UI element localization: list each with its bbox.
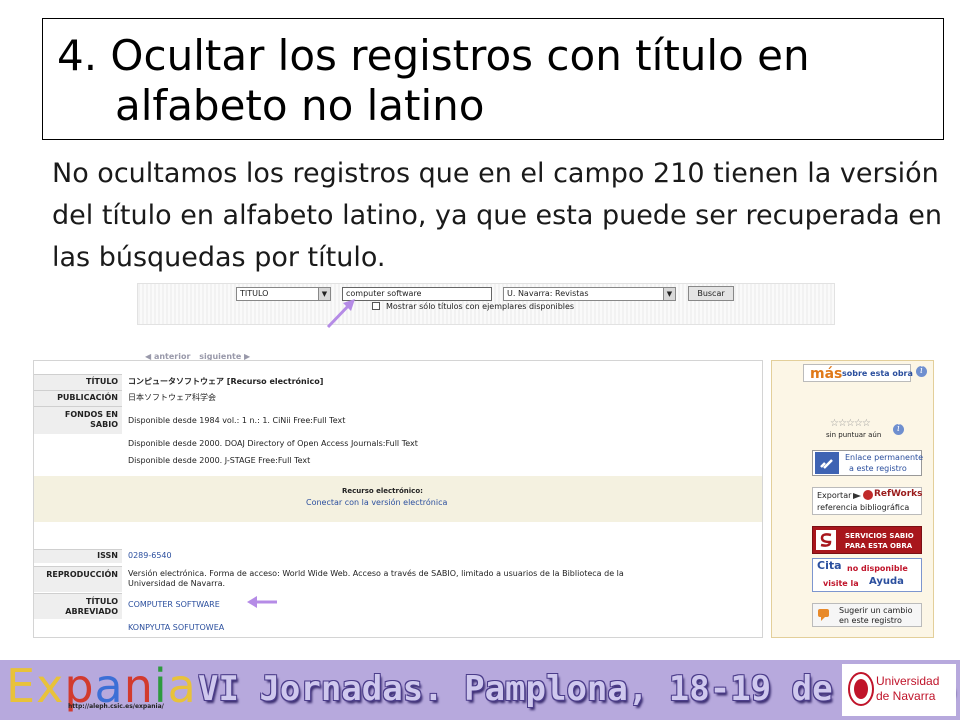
arrow-right-icon <box>853 493 861 499</box>
recurso-heading: Recurso electrónico: <box>342 487 423 495</box>
university-name: Universidad de Navarra <box>876 674 939 704</box>
available-only-checkbox[interactable] <box>372 302 380 310</box>
fondos-item-1: Disponible desde 1984 vol.: 1 n.: 1. CiN… <box>128 416 346 425</box>
export-label: Exportar <box>817 491 852 500</box>
cita-button[interactable]: Cita no disponible visite la Ayuda <box>812 558 922 592</box>
link-icon <box>815 452 839 474</box>
mas-sobre-esta-obra[interactable]: más sobre esta obra <box>803 364 913 382</box>
info-icon[interactable]: i <box>893 424 904 435</box>
slide-title-box: 4. Ocultar los registros con título en a… <box>42 18 944 140</box>
cita-label: Cita <box>817 559 842 572</box>
ayuda-link[interactable]: Ayuda <box>869 577 904 587</box>
reference-label: referencia bibliográfica <box>817 503 910 512</box>
permalink-line1: Enlace permanente <box>845 453 924 462</box>
library-select-value: U. Navarra: Revistas <box>507 289 589 298</box>
pointer-arrow-icon <box>326 299 355 329</box>
available-only-label: Mostrar sólo títulos con ejemplares disp… <box>386 302 575 311</box>
search-button[interactable]: Buscar <box>688 286 734 301</box>
recurso-link[interactable]: Conectar con la versión electrónica <box>306 498 447 508</box>
library-select[interactable]: U. Navarra: Revistas ▼ <box>503 287 676 301</box>
fondos-item-2: Disponible desde 2000. DOAJ Directory of… <box>128 439 418 448</box>
servicios-sabio-button[interactable]: SERVICIOS SABIO PARA ESTA OBRA <box>812 526 922 554</box>
reproduccion-line2: Universidad de Navarra. <box>128 579 226 588</box>
export-refworks-button[interactable]: Exportar RefWorks referencia bibliográfi… <box>812 487 923 515</box>
university-seal-icon <box>848 672 874 706</box>
university-name-line1: Universidad <box>876 674 940 688</box>
publicacion-value: 日本ソフトウェア科学会 <box>128 393 216 402</box>
issn-value[interactable]: 0289-6540 <box>128 551 172 561</box>
servicios-line1: SERVICIOS SABIO <box>845 532 914 540</box>
titulo-abreviado-label-line2: ABREVIADO <box>65 607 118 616</box>
sugerir-cambio-button[interactable]: Sugerir un cambio en este registro <box>812 603 922 627</box>
reproduccion-line1: Versión electrónica. Forma de acceso: Wo… <box>128 569 624 578</box>
refworks-label: RefWorks <box>874 489 923 499</box>
fondos-label-line1: FONDOS EN <box>64 410 118 419</box>
pointer-arrow-icon <box>247 596 277 608</box>
permalink-line2: a este registro <box>849 464 907 473</box>
titulo-value: コンピュータソフトウェア [Recurso electrónico] <box>128 377 324 386</box>
university-name-line2: de Navarra <box>876 689 936 703</box>
sugerir-line2: en este registro <box>839 616 902 625</box>
slide-body-text: No ocultamos los registros que en el cam… <box>52 158 942 273</box>
titulo-abreviado-label: TÍTULO ABREVIADO <box>34 593 122 619</box>
slide-title-line1: 4. Ocultar los registros con título en <box>57 31 810 80</box>
rating-label: sin puntuar aún <box>826 431 882 439</box>
titulo-abreviado-2[interactable]: KONPYUTA SOFUTOWEA <box>128 623 224 633</box>
refworks-logo-icon <box>863 490 873 500</box>
permalink-button[interactable]: Enlace permanente a este registro <box>812 450 924 476</box>
publicacion-label: PUBLICACIÓN <box>34 390 122 406</box>
university-logo: Universidad de Navarra <box>842 664 956 716</box>
issn-label: ISSN <box>34 549 122 563</box>
titulo-abreviado-1[interactable]: COMPUTER SOFTWARE <box>128 600 220 610</box>
mas-big-text: más <box>810 366 843 382</box>
rating-stars[interactable]: ☆☆☆☆☆ <box>830 418 871 429</box>
chevron-down-icon: ▼ <box>663 288 675 300</box>
search-field-select-value: TITULO <box>240 289 269 298</box>
servicios-line2: PARA ESTA OBRA <box>845 542 913 550</box>
fondos-label: FONDOS EN SABIO <box>34 406 122 434</box>
reproduccion-label: REPRODUCCIÓN <box>34 566 122 592</box>
search-input[interactable]: computer software <box>342 287 492 301</box>
info-icon[interactable]: i <box>916 366 927 377</box>
expania-url[interactable]: http://aleph.csic.es/expania/ <box>68 703 164 710</box>
sabio-logo-icon <box>816 530 836 550</box>
mas-small-text: sobre esta obra <box>842 369 913 378</box>
fondos-label-line2: SABIO <box>90 420 118 429</box>
cita-visite: visite la <box>823 579 859 588</box>
titulo-abreviado-label-line1: TÍTULO <box>86 597 118 606</box>
cita-no-disponible: no disponible <box>847 564 908 573</box>
speech-bubble-icon <box>818 609 829 621</box>
sugerir-line1: Sugerir un cambio <box>839 606 913 615</box>
titulo-label: TÍTULO <box>34 374 122 390</box>
fondos-item-3: Disponible desde 2000. J-STAGE Free:Full… <box>128 456 311 465</box>
slide-title-line2: alfabeto no latino <box>115 81 485 130</box>
search-field-select[interactable]: TITULO ▼ <box>236 287 331 301</box>
